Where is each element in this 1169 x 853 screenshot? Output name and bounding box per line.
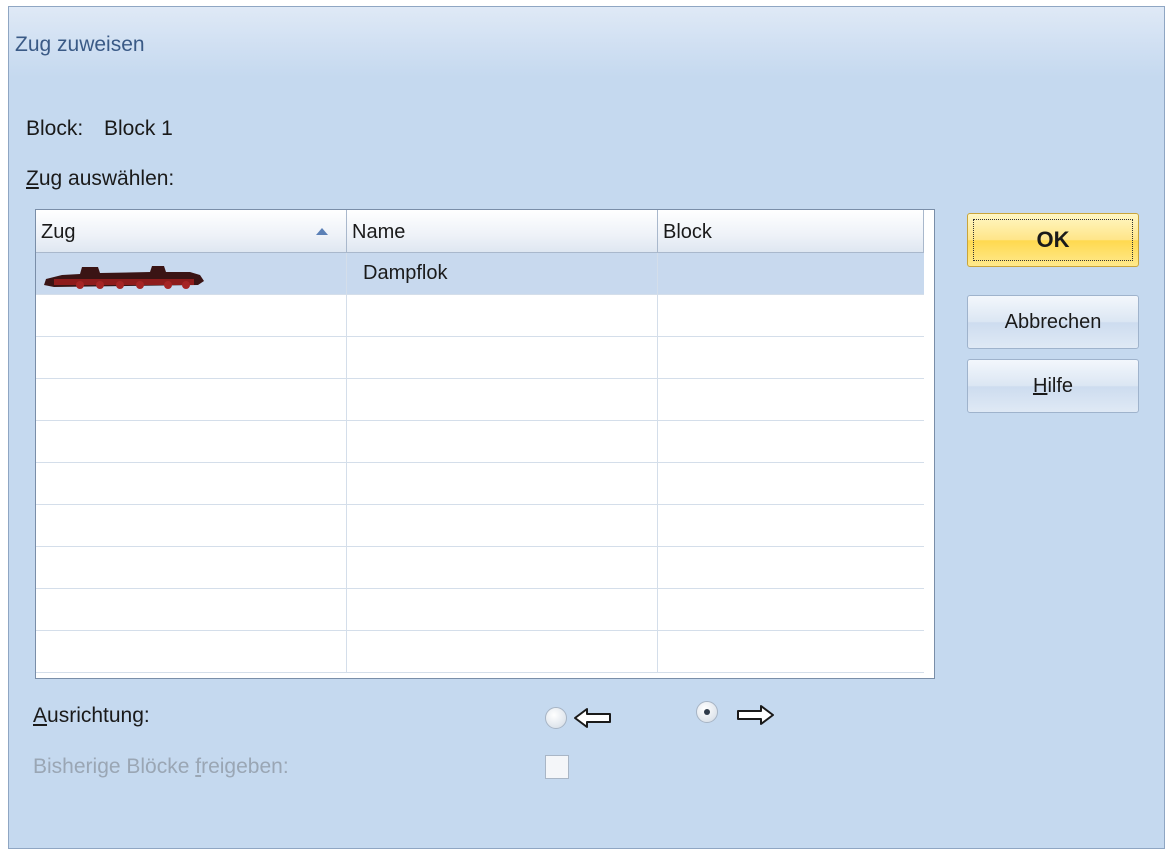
table-row[interactable] [36,547,924,589]
ok-button[interactable]: OK [967,213,1139,267]
table-row[interactable] [36,337,924,379]
release-blocks-label: Bisherige Blöcke freigeben: [33,755,289,779]
table-row[interactable] [36,295,924,337]
column-header-name-label: Name [352,221,406,243]
sort-ascending-icon [316,228,328,235]
table-row[interactable] [36,589,924,631]
orientation-mnemonic: A [33,704,48,727]
assign-train-dialog: Zug zuweisen Block: Block 1 Zug auswähle… [8,6,1165,849]
cell-name: Dampflok [347,253,658,294]
train-list-header: Zug Name Block [36,210,924,253]
table-row[interactable] [36,421,924,463]
table-row[interactable] [36,505,924,547]
select-train-mnemonic: Z [26,167,39,190]
release-blocks-label-before: Bisherige Blöcke [33,755,196,778]
orientation-label: Ausrichtung: [33,704,150,728]
help-mnemonic: H [1032,375,1048,397]
train-list[interactable]: Zug Name Block Dampflok [35,209,935,679]
release-blocks-label-after: reigeben: [201,755,289,778]
cancel-button[interactable]: Abbrechen [967,295,1139,349]
select-train-label-text: ug auswählen: [38,167,175,190]
radio-selected-dot [704,709,710,715]
column-header-block-label: Block [663,221,712,243]
cancel-button-label: Abbrechen [1004,311,1102,333]
help-button-label: ilfe [1047,375,1074,397]
release-blocks-checkbox[interactable] [545,755,569,779]
block-value: Block 1 [104,117,173,140]
table-row[interactable] [36,631,924,673]
train-list-rows: Dampflok [36,253,924,673]
column-header-zug-label: Zug [41,221,76,243]
help-button[interactable]: Hilfe [967,359,1139,413]
column-header-name[interactable]: Name [347,210,658,252]
focus-rectangle [973,219,1133,261]
title-bar[interactable]: Zug zuweisen [9,7,1164,77]
dialog-title: Zug zuweisen [15,33,145,56]
table-row[interactable] [36,463,924,505]
orientation-left-radio[interactable] [545,707,567,729]
cell-zug [36,253,347,294]
column-header-zug[interactable]: Zug [36,210,347,252]
select-train-label: Zug auswählen: [26,167,174,191]
table-row[interactable] [36,379,924,421]
orientation-right-radio[interactable] [696,701,718,723]
orientation-label-text: usrichtung: [47,704,150,727]
arrow-left-icon [574,708,611,728]
steam-locomotive-icon [44,266,204,289]
block-label: Block: [26,117,84,140]
arrow-right-icon [737,705,774,725]
table-row[interactable]: Dampflok [36,253,924,295]
cell-block [658,253,924,294]
column-header-block[interactable]: Block [658,210,924,252]
